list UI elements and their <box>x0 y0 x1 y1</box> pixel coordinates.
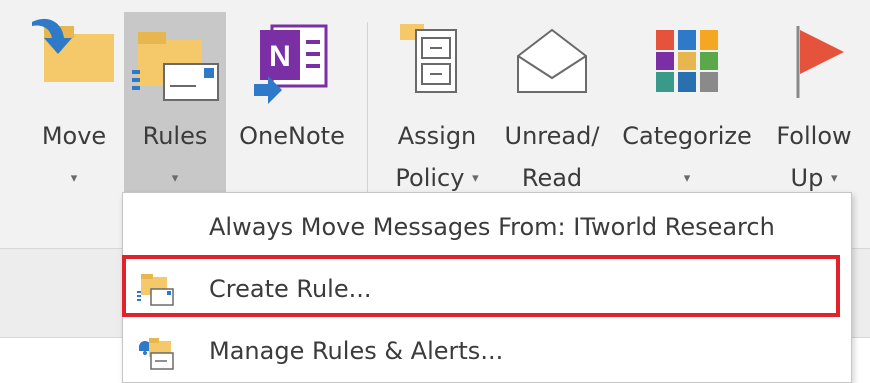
assign-policy-label: Assign Policy ▾ <box>395 122 479 192</box>
onenote-button[interactable]: N OneNote <box>230 12 354 202</box>
assign-policy-dropdown-icon: ▾ <box>472 171 479 186</box>
menu-item-label: Manage Rules & Alerts... <box>209 337 504 365</box>
move-dropdown-icon: ▾ <box>70 171 78 186</box>
follow-up-button[interactable]: Follow Up ▾ <box>766 12 862 202</box>
rules-dropdown-icon: ▾ <box>171 171 179 186</box>
categorize-label: Categorize ▾ <box>622 122 752 186</box>
menu-item-always-move-messages[interactable]: Always Move Messages From: ITworld Resea… <box>123 197 851 257</box>
categorize-button[interactable]: Categorize ▾ <box>612 12 762 202</box>
onenote-icon: N <box>230 12 354 107</box>
ribbon-group-separator <box>367 22 368 200</box>
unread-read-label: Unread/ Read <box>504 122 600 192</box>
assign-policy-cabinet-icon <box>382 12 492 107</box>
move-folder-icon <box>28 12 120 107</box>
assign-policy-button[interactable]: Assign Policy ▾ <box>382 12 492 202</box>
onenote-label: OneNote <box>239 122 345 150</box>
rules-button[interactable]: Rules ▾ <box>124 12 226 202</box>
svg-text:N: N <box>269 40 291 73</box>
create-rule-highlight-box <box>122 255 840 317</box>
open-envelope-icon <box>496 12 608 107</box>
follow-up-dropdown-icon: ▾ <box>830 171 838 186</box>
unread-read-button[interactable]: Unread/ Read <box>496 12 608 202</box>
rules-label: Rules ▾ <box>142 122 208 186</box>
categorize-dropdown-icon: ▾ <box>683 171 691 186</box>
menu-item-manage-rules-alerts[interactable]: Manage Rules & Alerts... <box>123 321 851 381</box>
manage-rules-alerts-icon <box>135 333 175 371</box>
categorize-grid-icon <box>612 12 762 107</box>
move-label: Move ▾ <box>41 122 107 186</box>
rules-folder-icon <box>124 12 226 107</box>
red-flag-icon <box>766 12 862 107</box>
menu-item-label: Always Move Messages From: ITworld Resea… <box>209 213 775 241</box>
move-button[interactable]: Move ▾ <box>28 12 120 202</box>
follow-up-label: Follow Up ▾ <box>776 122 852 192</box>
